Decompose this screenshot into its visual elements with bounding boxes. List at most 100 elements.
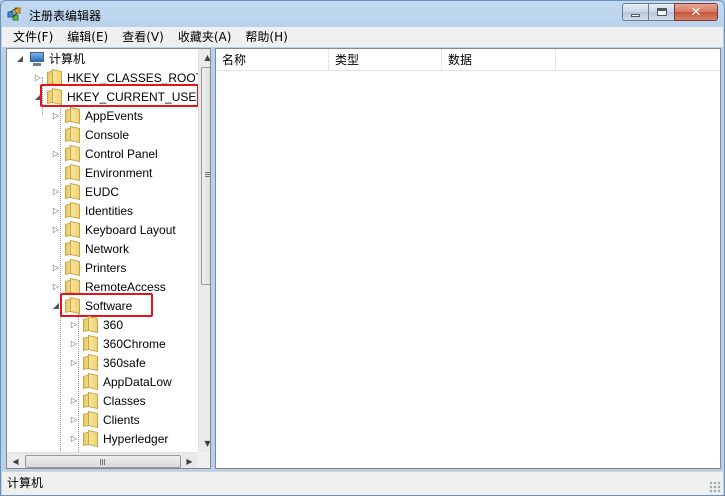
folder-icon — [83, 429, 99, 448]
folder-icon — [65, 220, 81, 239]
tree-node-hyperledger[interactable]: ▷ Hyperledger — [69, 429, 168, 448]
scroll-down-arrow-icon[interactable]: ▼ — [199, 435, 210, 452]
folder-icon — [65, 258, 81, 277]
close-button[interactable]: ✕ — [674, 3, 718, 21]
values-list-view[interactable]: 名称 类型 数据 — [215, 48, 721, 469]
folder-icon — [47, 68, 63, 87]
tree-horizontal-scroll-thumb[interactable] — [25, 455, 181, 468]
tree-node-label: Control Panel — [85, 146, 158, 161]
folder-icon — [83, 334, 99, 353]
tree-node-computer[interactable]: ◢ 计算机 — [15, 49, 85, 68]
tree-node-label: Keyboard Layout — [85, 222, 176, 237]
tree-node-label: Environment — [85, 165, 153, 180]
folder-icon — [65, 144, 81, 163]
scroll-left-arrow-icon[interactable]: ◀ — [7, 453, 24, 468]
expand-arrow-icon[interactable]: ▷ — [51, 225, 61, 235]
expand-arrow-icon[interactable]: ▷ — [51, 282, 61, 292]
tree-node-keyboard-layout[interactable]: ▷ Keyboard Layout — [51, 220, 176, 239]
tree-node-clients[interactable]: ▷ Clients — [69, 410, 140, 429]
expand-arrow-icon[interactable]: ▷ — [51, 206, 61, 216]
menu-help[interactable]: 帮助(H) — [238, 27, 294, 47]
tree-node-eudc[interactable]: ▷ EUDC — [51, 182, 119, 201]
folder-icon — [65, 201, 81, 220]
list-header: 名称 类型 数据 — [216, 49, 720, 71]
tree-node-label: AppEvents — [85, 108, 144, 123]
tree-node-label: Hyperledger — [103, 431, 169, 446]
folder-icon — [83, 315, 99, 334]
expand-arrow-icon[interactable]: ▷ — [69, 396, 79, 406]
expand-arrow-icon[interactable]: ▷ — [69, 415, 79, 425]
title-bar[interactable]: 注册表编辑器 ✕ — [1, 1, 724, 27]
expand-arrow-icon[interactable]: ▷ — [69, 358, 79, 368]
tree-vertical-scrollbar[interactable]: ▲ ▼ — [198, 49, 210, 452]
tree-node-control-panel[interactable]: ▷ Control Panel — [51, 144, 158, 163]
column-header-name[interactable]: 名称 — [216, 49, 329, 71]
expand-arrow-icon[interactable]: ▷ — [69, 320, 79, 330]
expand-arrow-icon[interactable]: ▷ — [51, 111, 61, 121]
tree-node-label: EUDC — [85, 184, 120, 199]
minimize-button[interactable] — [622, 3, 648, 21]
regedit-app-icon — [7, 7, 21, 21]
folder-icon — [65, 239, 81, 258]
registry-editor-window: 注册表编辑器 ✕ 文件(F) 编辑(E) 查看(V) 收藏夹(A) 帮助(H) … — [0, 0, 725, 496]
folder-icon — [65, 106, 81, 125]
expand-arrow-icon[interactable]: ▷ — [51, 149, 61, 159]
folder-icon — [83, 391, 99, 410]
tree-node-label: Printers — [85, 260, 127, 275]
tree-node-classes[interactable]: ▷ Classes — [69, 391, 146, 410]
tree-node-appdatalow[interactable]: AppDataLow — [69, 372, 172, 391]
minimize-icon — [631, 13, 640, 17]
resize-grip-icon[interactable] — [709, 481, 721, 493]
tree-node-network[interactable]: Network — [51, 239, 129, 258]
column-header-type[interactable]: 类型 — [329, 49, 442, 71]
folder-icon — [65, 277, 81, 296]
folder-icon — [65, 182, 81, 201]
maximize-button[interactable] — [648, 3, 674, 21]
tree-node-label: AppDataLow — [103, 374, 172, 389]
collapse-arrow-icon[interactable]: ◢ — [15, 54, 25, 64]
tree-node-appevents[interactable]: ▷ AppEvents — [51, 106, 143, 125]
status-path: 计算机 — [7, 476, 44, 490]
tree-node-label: Clients — [103, 412, 140, 427]
expand-arrow-icon[interactable]: ▷ — [69, 434, 79, 444]
column-header-data[interactable]: 数据 — [442, 49, 556, 71]
tree-node-360chrome[interactable]: ▷ 360Chrome — [69, 334, 166, 353]
tree-node-label: 360safe — [103, 355, 146, 370]
tree-node-printers[interactable]: ▷ Printers — [51, 258, 126, 277]
highlight-box-hkcu — [40, 84, 199, 107]
tree-node-label: Network — [85, 241, 130, 256]
tree-node-identities[interactable]: ▷ Identities — [51, 201, 133, 220]
tree-node-label: RemoteAccess — [85, 279, 166, 294]
tree-node-label: Identities — [85, 203, 134, 218]
scroll-up-arrow-icon[interactable]: ▲ — [199, 49, 210, 66]
expand-arrow-icon[interactable]: ▷ — [33, 73, 43, 83]
expand-arrow-icon[interactable]: ▷ — [51, 187, 61, 197]
maximize-icon — [656, 8, 667, 16]
tree-node-label: HKEY_CLASSES_ROOT — [67, 70, 204, 85]
tree-node-360[interactable]: ▷ 360 — [69, 315, 123, 334]
registry-tree[interactable]: ◢ 计算机 ▷ HKEY_CLASSES_ROOT ◢ HKEY_CURRENT… — [6, 48, 211, 469]
close-icon: ✕ — [690, 4, 702, 20]
status-bar: 计算机 — [2, 471, 723, 495]
folder-icon — [65, 163, 81, 182]
scroll-right-arrow-icon[interactable]: ▶ — [181, 453, 198, 468]
scrollbar-corner — [198, 452, 210, 468]
folder-icon — [83, 410, 99, 429]
tree-node-360safe[interactable]: ▷ 360safe — [69, 353, 146, 372]
computer-icon — [29, 51, 45, 66]
menu-file[interactable]: 文件(F) — [6, 27, 60, 47]
menu-edit[interactable]: 编辑(E) — [60, 27, 115, 47]
tree-node-environment[interactable]: Environment — [51, 163, 152, 182]
expand-arrow-icon[interactable]: ▷ — [69, 339, 79, 349]
tree-horizontal-scrollbar[interactable]: ◀ ▶ — [7, 452, 198, 468]
tree-node-label: Console — [85, 127, 130, 142]
menu-favorites[interactable]: 收藏夹(A) — [171, 27, 239, 47]
folder-icon — [65, 125, 81, 144]
tree-node-label: 360 — [103, 317, 124, 332]
menu-view[interactable]: 查看(V) — [115, 27, 171, 47]
tree-node-console[interactable]: Console — [51, 125, 129, 144]
tree-node-label: 计算机 — [49, 52, 86, 66]
window-title: 注册表编辑器 — [29, 9, 102, 23]
tree-vertical-scroll-thumb[interactable] — [201, 67, 210, 285]
expand-arrow-icon[interactable]: ▷ — [51, 263, 61, 273]
